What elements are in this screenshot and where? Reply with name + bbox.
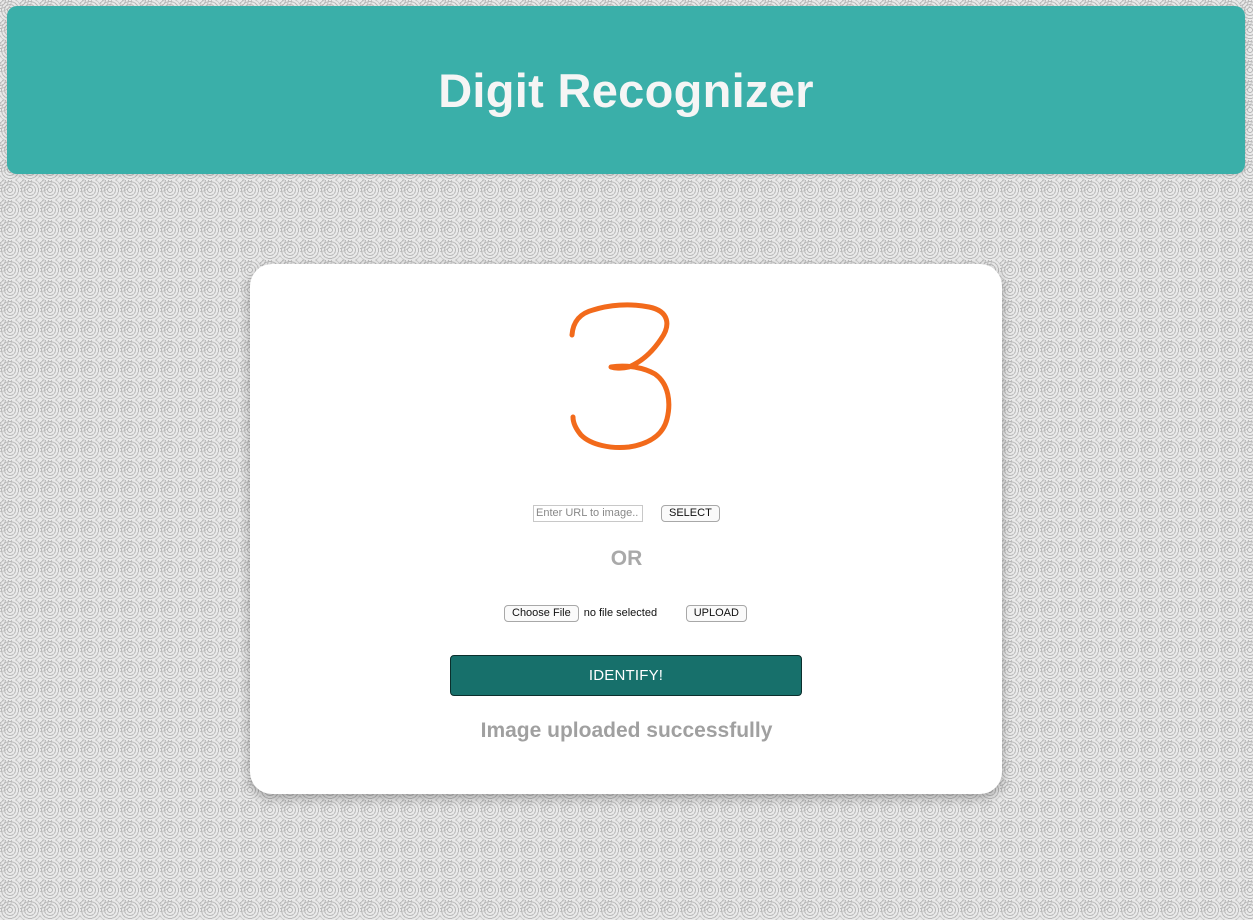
select-button[interactable]: SELECT [661,504,720,522]
digit-stroke [569,302,672,450]
upload-button[interactable]: UPLOAD [685,604,747,622]
status-message: Image uploaded successfully [480,719,773,742]
app-header: Digit Recognizer [7,6,1245,174]
or-separator: OR [610,547,643,570]
file-status-text: no file selected [583,607,658,619]
digit-preview-image [569,302,672,450]
page-title: Digit Recognizer [438,63,814,117]
file-upload-form: Choose File no file selected UPLOAD [504,603,747,623]
url-form: SELECT [533,503,720,523]
choose-file-button[interactable]: Choose File [504,604,579,622]
identify-button[interactable]: IDENTIFY! [450,655,802,696]
image-url-input[interactable] [533,504,643,522]
